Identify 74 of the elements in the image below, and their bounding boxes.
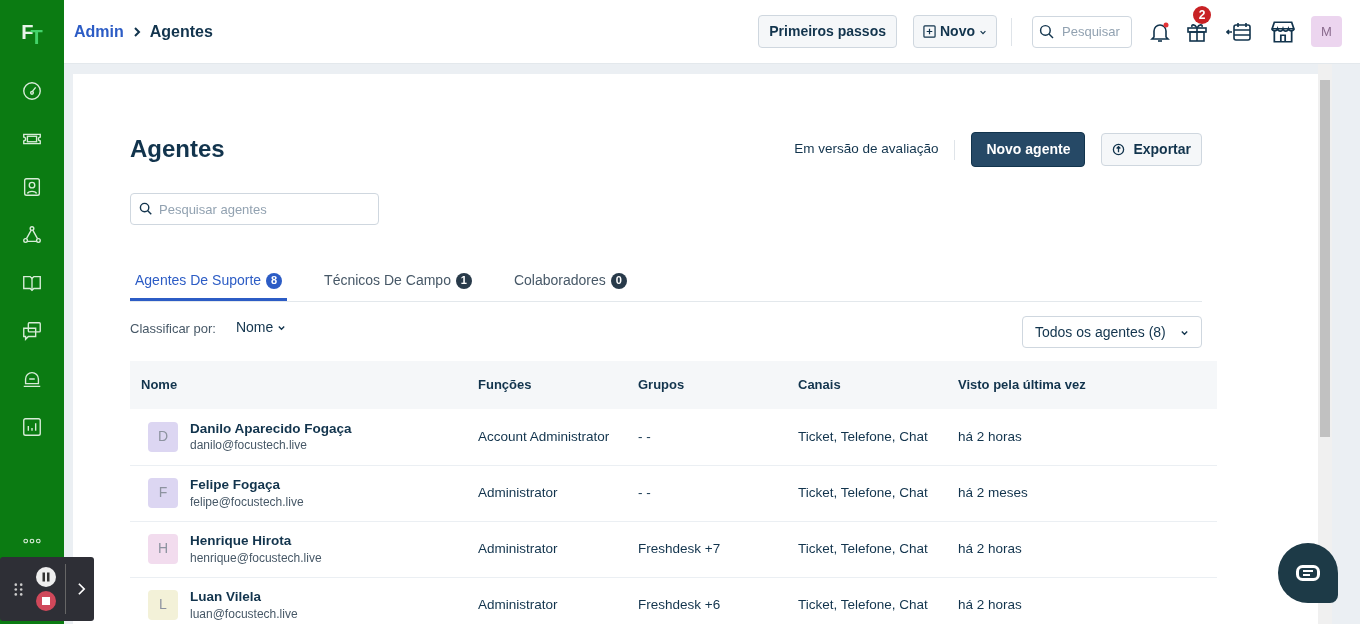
store-icon[interactable] bbox=[1270, 18, 1296, 45]
table-cell: Ticket, Telefone, Chat bbox=[787, 465, 947, 521]
agent-name[interactable]: Felipe Fogaça bbox=[190, 475, 304, 495]
search-icon bbox=[139, 202, 153, 216]
table-cell: há 2 horas bbox=[947, 577, 1217, 624]
breadcrumb-current: Agentes bbox=[149, 21, 213, 42]
chevron-right-icon[interactable] bbox=[77, 582, 86, 596]
agent-avatar: L bbox=[148, 590, 178, 620]
user-avatar[interactable]: M bbox=[1311, 16, 1342, 47]
scrollbar[interactable] bbox=[1318, 64, 1332, 624]
export-icon bbox=[1112, 143, 1126, 156]
chat-icon[interactable] bbox=[21, 320, 43, 342]
table-cell: Ticket, Telefone, Chat bbox=[787, 409, 947, 465]
table-cell: - - bbox=[627, 409, 787, 465]
agent-name[interactable]: Danilo Aparecido Fogaça bbox=[190, 419, 352, 439]
table-cell: Freshdesk +7 bbox=[627, 521, 787, 577]
table-cell: Administrator bbox=[467, 577, 627, 624]
column-header: Nome bbox=[130, 361, 467, 409]
search-field[interactable]: Pesquisar bbox=[1032, 15, 1132, 48]
table-cell: - - bbox=[627, 465, 787, 521]
agent-avatar: H bbox=[148, 534, 178, 564]
drag-handle-icon[interactable] bbox=[14, 582, 23, 596]
stop-icon[interactable] bbox=[36, 591, 56, 611]
search-icon bbox=[1039, 23, 1055, 40]
table-cell: Account Administrator bbox=[467, 409, 627, 465]
chevron-right-icon bbox=[131, 26, 142, 37]
column-header: Grupos bbox=[627, 361, 787, 409]
chart-icon[interactable] bbox=[21, 416, 43, 438]
agent-filter-dropdown[interactable]: Todos os agentes (8) bbox=[1022, 316, 1202, 348]
breadcrumb-link[interactable]: Admin bbox=[74, 19, 124, 44]
agent-email: felipe@focustech.live bbox=[190, 494, 304, 511]
page-title: Agentes bbox=[130, 135, 225, 164]
column-header: Canais bbox=[787, 361, 947, 409]
trial-label: Em versão de avaliação bbox=[794, 140, 939, 159]
agent-name[interactable]: Henrique Hirota bbox=[190, 531, 322, 551]
agent-email: danilo@focustech.live bbox=[190, 438, 308, 454]
table-cell: há 2 horas bbox=[947, 409, 1217, 465]
agent-email: henrique@focustech.live bbox=[190, 550, 322, 567]
pause-icon[interactable] bbox=[36, 567, 56, 587]
agent-avatar: D bbox=[148, 421, 178, 452]
agent-email: luan@focustech.live bbox=[190, 606, 298, 623]
count-badge: 0 bbox=[610, 272, 627, 289]
table-cell: Ticket, Telefone, Chat bbox=[787, 577, 947, 624]
plus-icon bbox=[923, 25, 936, 38]
table-cell: Administrator bbox=[467, 521, 627, 577]
sort-label: Classificar por: bbox=[130, 320, 216, 338]
column-header: Funções bbox=[467, 361, 627, 409]
table-cell: Administrator bbox=[467, 465, 627, 521]
getting-started-button[interactable]: Primeiros passos bbox=[758, 15, 897, 48]
contact-icon[interactable] bbox=[21, 176, 43, 198]
gauge-icon[interactable] bbox=[21, 80, 43, 102]
column-header: Visto pela última vez bbox=[947, 361, 1217, 409]
sort-dropdown[interactable]: Nome bbox=[229, 316, 293, 339]
network-icon[interactable] bbox=[21, 224, 43, 246]
table-cell: há 2 meses bbox=[947, 465, 1217, 521]
tab[interactable]: Técnicos De Campo 1 bbox=[319, 270, 477, 301]
more-icon[interactable] bbox=[23, 538, 41, 544]
export-button[interactable]: Exportar bbox=[1101, 133, 1202, 166]
chat-icon bbox=[1296, 565, 1320, 581]
count-badge: 8 bbox=[266, 272, 283, 289]
tab[interactable]: Agentes De Suporte 8 bbox=[130, 270, 288, 301]
new-button[interactable]: Novo bbox=[913, 15, 997, 48]
agent-search-field[interactable]: Pesquisar agentes bbox=[130, 193, 379, 225]
tab[interactable]: Colaboradores 0 bbox=[508, 270, 632, 301]
table-cell: há 2 horas bbox=[947, 521, 1217, 577]
agent-name[interactable]: Luan Vilela bbox=[190, 587, 298, 607]
table-cell: Freshdesk +6 bbox=[627, 577, 787, 624]
count-badge: 1 bbox=[455, 272, 472, 289]
new-agent-button[interactable]: Novo agente bbox=[971, 132, 1086, 167]
notification-badge: 2 bbox=[1193, 5, 1211, 24]
caret-icon bbox=[277, 323, 287, 332]
logo[interactable]: FT bbox=[0, 0, 64, 64]
agent-avatar: F bbox=[148, 478, 178, 508]
table-cell: Ticket, Telefone, Chat bbox=[787, 521, 947, 577]
